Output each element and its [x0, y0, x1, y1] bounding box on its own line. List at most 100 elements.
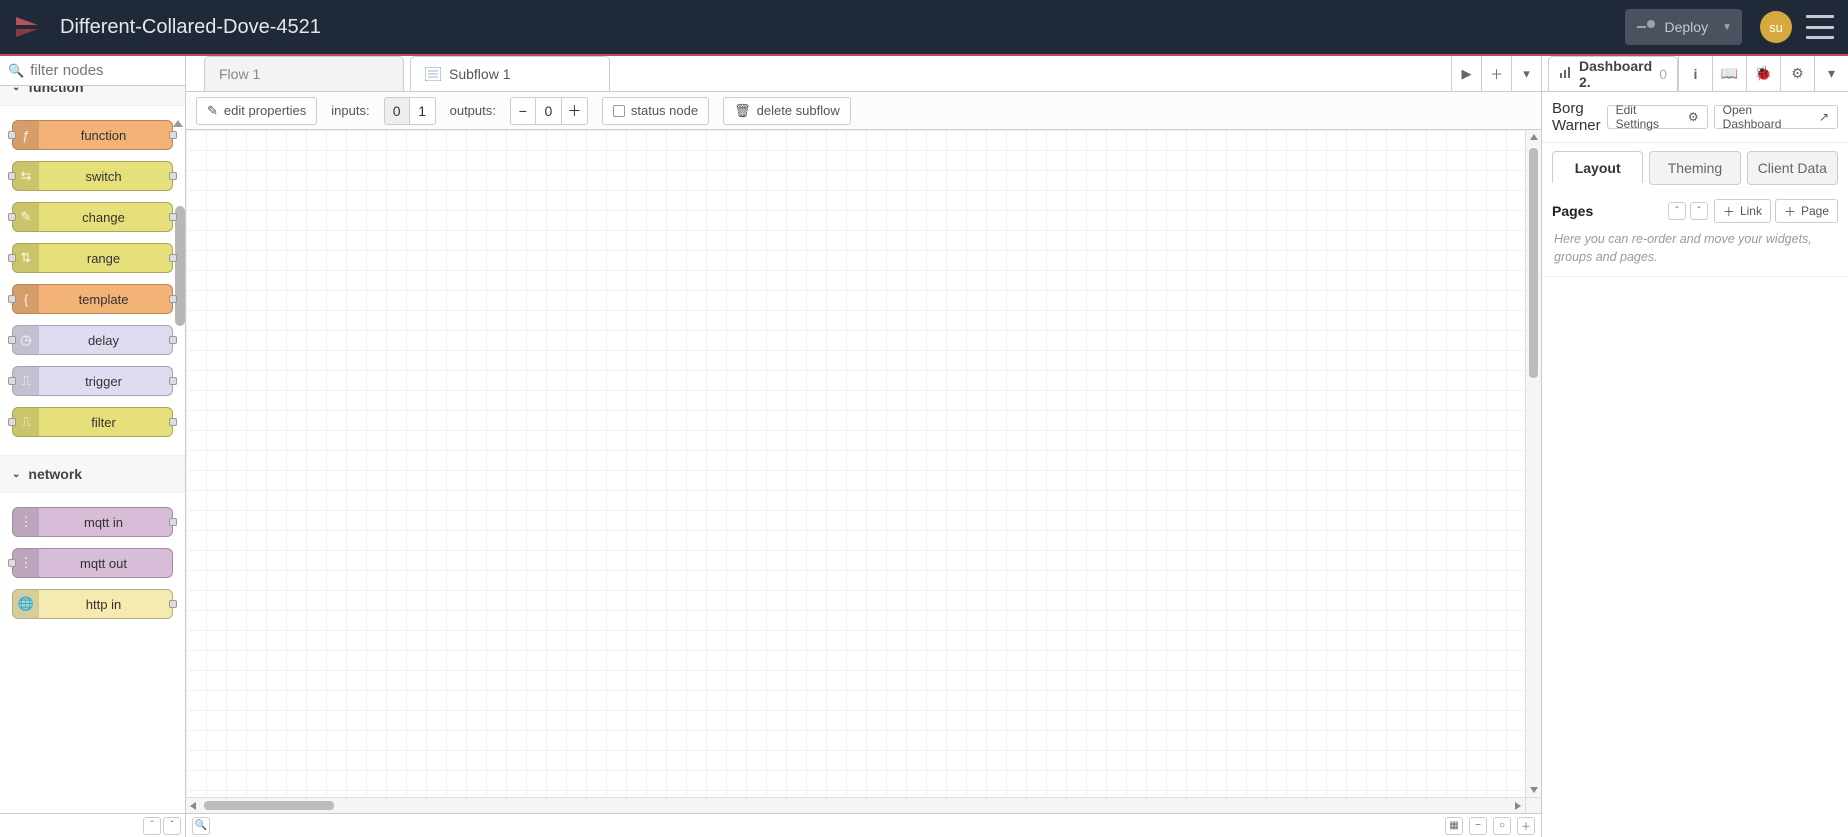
search-icon: 🔍 — [8, 63, 24, 79]
sidebar-tabs: Dashboard 2.0 i 📖 🐞 ⚙ ▾ — [1542, 56, 1848, 92]
node-icon: ⋮ — [13, 549, 39, 577]
deploy-icon — [1637, 20, 1655, 34]
pages-help-text: Here you can re-order and move your widg… — [1542, 229, 1848, 277]
segment-layout[interactable]: Layout — [1552, 151, 1643, 185]
app-logo — [14, 13, 42, 41]
expand-all-button[interactable]: ˇ — [163, 817, 181, 835]
tab-flow-1[interactable]: Flow 1 — [204, 56, 404, 91]
outputs-increment[interactable]: ＋ — [562, 97, 588, 125]
palette-node-mqtt-out[interactable]: ⋮mqtt out — [12, 548, 173, 578]
inputs-0[interactable]: 0 — [384, 97, 410, 125]
add-page-button[interactable]: ＋Page — [1775, 199, 1838, 223]
dashboard-header: Borg Warner Edit Settings ⚙ Open Dashboa… — [1542, 92, 1848, 143]
category-network[interactable]: ⌄network — [0, 455, 185, 493]
flow-canvas[interactable] — [186, 130, 1525, 797]
scroll-right-icon — [1515, 802, 1521, 810]
scroll-left-icon — [190, 802, 196, 810]
node-icon: ⎍ — [13, 367, 39, 395]
plus-icon: ＋ — [1784, 203, 1796, 220]
zoom-reset-button[interactable]: ○ — [1493, 817, 1511, 835]
horizontal-scrollbar[interactable] — [186, 797, 1525, 813]
node-icon: ⇅ — [13, 244, 39, 272]
node-palette: 🔍 ⌄function ƒfunction ⇆switch ✎change ⇅range… — [0, 56, 186, 837]
node-icon: 🌐 — [13, 590, 39, 618]
collapse-pages-button[interactable]: ˆ — [1668, 202, 1686, 220]
node-label: switch — [39, 169, 172, 184]
zoom-out-button[interactable]: − — [1469, 817, 1487, 835]
resize-corner[interactable] — [1525, 797, 1541, 813]
tab-label: Flow 1 — [219, 66, 260, 82]
navigator-button[interactable]: ▦ — [1445, 817, 1463, 835]
sidebar-help-button[interactable]: 📖 — [1712, 56, 1746, 91]
user-avatar[interactable]: su — [1760, 11, 1792, 43]
input-port — [8, 377, 16, 385]
palette-node-mqtt-in[interactable]: ⋮mqtt in — [12, 507, 173, 537]
palette-filter-input[interactable] — [30, 62, 177, 79]
output-port — [169, 518, 177, 526]
open-dashboard-button[interactable]: Open Dashboard ↗ — [1714, 105, 1838, 129]
sidebar-more-button[interactable]: ▾ — [1814, 56, 1848, 91]
node-label: http in — [39, 597, 172, 612]
vertical-scrollbar[interactable] — [1525, 130, 1541, 797]
palette-node-delay[interactable]: ◷delay — [12, 325, 173, 355]
flow-menu-button[interactable]: ▾ — [1511, 56, 1541, 91]
sidebar-debug-button[interactable]: 🐞 — [1746, 56, 1780, 91]
delete-subflow-button[interactable]: 🗑 delete subflow — [723, 97, 851, 125]
category-function[interactable]: ⌄function — [0, 86, 185, 106]
palette-node-change[interactable]: ✎change — [12, 202, 173, 232]
add-link-button[interactable]: ＋Link — [1714, 199, 1771, 223]
inputs-1[interactable]: 1 — [410, 97, 436, 125]
sidebar-info-button[interactable]: i — [1678, 56, 1712, 91]
palette-node-function[interactable]: ƒfunction — [12, 120, 173, 150]
checkbox-icon — [613, 105, 625, 117]
node-icon: ƒ — [13, 121, 39, 149]
caret-down-icon: ▼ — [1722, 22, 1732, 33]
project-title: Different-Collared-Dove-4521 — [60, 16, 1625, 39]
pencil-icon: ✎ — [207, 103, 218, 119]
palette-node-template[interactable]: {template — [12, 284, 173, 314]
output-port — [169, 213, 177, 221]
sidebar-config-button[interactable]: ⚙ — [1780, 56, 1814, 91]
main-menu-button[interactable] — [1806, 15, 1834, 39]
zoom-in-button[interactable]: ＋ — [1517, 817, 1535, 835]
expand-pages-button[interactable]: ˇ — [1690, 202, 1708, 220]
input-port — [8, 559, 16, 567]
input-port — [8, 254, 16, 262]
output-port — [169, 172, 177, 180]
node-icon: ⋮ — [13, 508, 39, 536]
segment-theming[interactable]: Theming — [1649, 151, 1740, 185]
palette-node-trigger[interactable]: ⎍trigger — [12, 366, 173, 396]
scroll-up-icon — [1530, 134, 1538, 140]
palette-node-range[interactable]: ⇅range — [12, 243, 173, 273]
deploy-button[interactable]: Deploy ▼ — [1625, 9, 1743, 45]
segment-client-data[interactable]: Client Data — [1747, 151, 1838, 185]
inputs-label: inputs: — [331, 103, 369, 118]
node-label: function — [39, 128, 172, 143]
edit-settings-button[interactable]: Edit Settings ⚙ — [1607, 105, 1708, 129]
outputs-decrement[interactable]: − — [510, 97, 536, 125]
input-port — [8, 295, 16, 303]
palette-footer: ˆ ˇ — [0, 813, 185, 837]
node-icon: ⇆ — [13, 162, 39, 190]
collapse-all-button[interactable]: ˆ — [143, 817, 161, 835]
add-flow-button[interactable]: ＋ — [1481, 56, 1511, 91]
palette-node-switch[interactable]: ⇆switch — [12, 161, 173, 191]
palette-node-http-in[interactable]: 🌐http in — [12, 589, 173, 619]
sidebar-tab-dashboard[interactable]: Dashboard 2.0 — [1548, 56, 1678, 91]
node-label: change — [39, 210, 172, 225]
footer-search-button[interactable]: 🔍 — [192, 817, 210, 835]
scrollbar-thumb[interactable] — [204, 801, 334, 810]
output-port — [169, 377, 177, 385]
gear-icon: ⚙ — [1688, 110, 1699, 124]
input-port — [8, 418, 16, 426]
scrollbar-thumb[interactable] — [1529, 148, 1538, 378]
palette-node-filter[interactable]: ⎍filter — [12, 407, 173, 437]
edit-properties-button[interactable]: ✎ edit properties — [196, 97, 317, 125]
app-header: Different-Collared-Dove-4521 Deploy ▼ su — [0, 0, 1848, 56]
output-port — [169, 254, 177, 262]
run-flow-button[interactable]: ▶ — [1451, 56, 1481, 91]
input-port — [8, 336, 16, 344]
status-node-button[interactable]: status node — [602, 97, 709, 125]
tab-subflow-1[interactable]: Subflow 1 — [410, 56, 610, 91]
node-icon: { — [13, 285, 39, 313]
